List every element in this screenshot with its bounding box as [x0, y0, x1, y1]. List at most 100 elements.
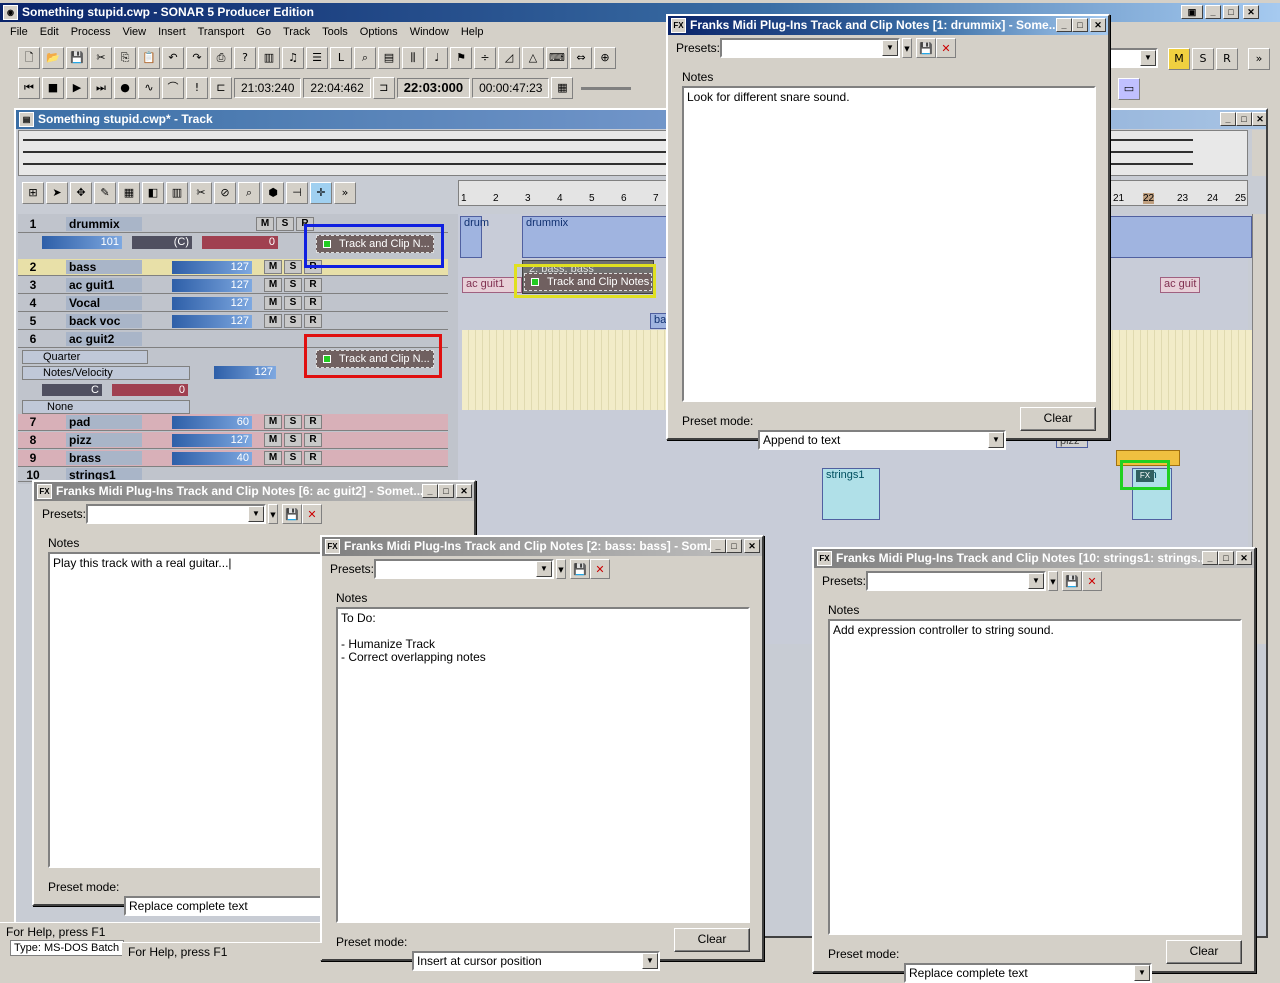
dlg-minimize-button[interactable]: _	[1056, 18, 1072, 32]
minimize-button[interactable]: _	[1205, 5, 1221, 19]
clip-drum[interactable]: drum	[460, 216, 489, 258]
smpte-display[interactable]: 00:00:47:23	[472, 78, 550, 98]
tv-close-button[interactable]: ✕	[1252, 112, 1266, 126]
dlg-maximize-button[interactable]: □	[1218, 551, 1234, 565]
dlg-maximize-button[interactable]: □	[438, 484, 454, 498]
track-name[interactable]: back voc	[66, 314, 142, 328]
grid-snap-icon[interactable]: ▦	[118, 182, 140, 204]
menu-tools[interactable]: Tools	[316, 22, 354, 42]
delete-preset-icon[interactable]: ✕	[590, 559, 610, 579]
zoom-tool-icon[interactable]: ⌕	[238, 182, 260, 204]
mute-toggle[interactable]: M	[1168, 48, 1190, 70]
cut-icon[interactable]: ✂	[90, 47, 112, 69]
snap-icon[interactable]: ⊣	[286, 182, 308, 204]
mode-combo[interactable]: Notes/Velocity	[22, 366, 190, 380]
track-name[interactable]: pad	[66, 415, 142, 429]
envelope-icon[interactable]: ◿	[498, 47, 520, 69]
menu-file[interactable]: File	[4, 22, 34, 42]
mute-tool-icon[interactable]: ⊘	[214, 182, 236, 204]
mute-button[interactable]: M	[264, 433, 282, 447]
mixer-icon[interactable]: ⫼	[402, 47, 424, 69]
solo-button[interactable]: S	[284, 260, 302, 274]
track-name[interactable]: drummix	[66, 217, 142, 231]
copy-icon[interactable]: ⎘	[114, 47, 136, 69]
delete-preset-icon[interactable]: ✕	[302, 504, 322, 524]
mute-button[interactable]: M	[256, 217, 274, 231]
dlg-close-button[interactable]: ✕	[744, 539, 760, 553]
save-icon[interactable]: 💾	[66, 47, 88, 69]
presets-menu-icon[interactable]: ▼	[556, 559, 566, 579]
solo-button[interactable]: S	[284, 451, 302, 465]
chevron-down-icon[interactable]: ▼	[988, 432, 1004, 448]
track-combo[interactable]: ▼	[1108, 48, 1158, 68]
redo-icon[interactable]: ↷	[186, 47, 208, 69]
notes-textarea[interactable]: Look for different snare sound.	[682, 86, 1096, 402]
chevron-down-icon[interactable]: ▼	[882, 40, 898, 56]
solo-button[interactable]: S	[284, 278, 302, 292]
quantize-combo[interactable]: Quarter	[22, 350, 148, 364]
track-name[interactable]: bass	[66, 260, 142, 274]
notes-textarea[interactable]: Add expression controller to string soun…	[828, 619, 1242, 935]
track-row[interactable]: 7 pad 60 MSR	[18, 414, 448, 431]
pan-slider[interactable]: C	[42, 384, 102, 396]
clip-ac-guit1[interactable]: ac guit1	[462, 277, 522, 293]
keyboard-icon[interactable]: ⌨	[546, 47, 568, 69]
delete-preset-icon[interactable]: ✕	[1082, 571, 1102, 591]
presets-menu-icon[interactable]: ▼	[268, 504, 278, 524]
loop-to-display[interactable]: 22:04:462	[303, 78, 371, 98]
go-end-icon[interactable]: ⏭	[90, 77, 112, 99]
volume-slider[interactable]: 127	[172, 314, 252, 328]
arm-button[interactable]: R	[304, 296, 322, 310]
track-name[interactable]: pizz	[66, 433, 142, 447]
solo-toggle[interactable]: S	[1192, 48, 1214, 70]
mute-button[interactable]: M	[264, 415, 282, 429]
velocity-slider[interactable]: 127	[214, 366, 276, 379]
save-preset-icon[interactable]: 💾	[1062, 571, 1082, 591]
piano-roll-icon[interactable]: ▥	[258, 47, 280, 69]
dlg-minimize-button[interactable]: _	[710, 539, 726, 553]
track-name[interactable]: brass	[66, 451, 142, 465]
dlg-close-button[interactable]: ✕	[1236, 551, 1252, 565]
tempo-icon[interactable]: ♩	[426, 47, 448, 69]
track-row[interactable]: 4 Vocal 127 MSR	[18, 295, 448, 312]
send-slider[interactable]: 0	[112, 384, 188, 396]
send-slider[interactable]: 0	[202, 236, 278, 249]
dlg-close-button[interactable]: ✕	[1090, 18, 1106, 32]
chevron-down-icon[interactable]: ▼	[1140, 50, 1156, 66]
clip-ac-guit[interactable]: ac guit	[1160, 277, 1200, 293]
rewind-icon[interactable]: ⏮	[18, 77, 40, 99]
chevron-down-icon[interactable]: ▼	[642, 953, 658, 969]
help-icon[interactable]: ?	[234, 47, 256, 69]
tv-minimize-button[interactable]: _	[1220, 112, 1236, 126]
menu-insert[interactable]: Insert	[152, 22, 192, 42]
paste-icon[interactable]: 📋	[138, 47, 160, 69]
undo-icon[interactable]: ↶	[162, 47, 184, 69]
tv-maximize-button[interactable]: □	[1236, 112, 1252, 126]
maximize-button[interactable]: □	[1223, 5, 1239, 19]
staff-icon[interactable]: ♫	[282, 47, 304, 69]
menu-edit[interactable]: Edit	[34, 22, 65, 42]
track-row[interactable]: 3 ac guit1 127 MSR	[18, 277, 448, 294]
presets-combo[interactable]: ▼	[720, 38, 900, 58]
clear-button[interactable]: Clear	[1020, 407, 1096, 431]
solo-button[interactable]: S	[276, 217, 294, 231]
camera-icon[interactable]: ▣	[1181, 5, 1203, 19]
console-icon[interactable]: ▤	[378, 47, 400, 69]
markers-icon[interactable]: ⚑	[450, 47, 472, 69]
chevron-down-icon[interactable]: ▼	[248, 506, 264, 522]
mute-button[interactable]: M	[264, 451, 282, 465]
preset-mode-combo[interactable]: Insert at cursor position ▼	[412, 951, 660, 971]
delete-preset-icon[interactable]: ✕	[936, 38, 956, 58]
grid-icon[interactable]: ▦	[551, 77, 574, 99]
loop-start-icon[interactable]: ⊏	[210, 77, 232, 99]
target-icon[interactable]: ⊕	[594, 47, 616, 69]
clip-strings1[interactable]: strings1	[822, 468, 880, 520]
event-list-icon[interactable]: ☰	[306, 47, 328, 69]
arm-button[interactable]: R	[304, 314, 322, 328]
layout-icon[interactable]: ▥	[166, 182, 188, 204]
dlg-close-button[interactable]: ✕	[456, 484, 472, 498]
volume-slider[interactable]: 101	[42, 236, 122, 249]
presets-combo[interactable]: ▼	[866, 571, 1046, 591]
track-name[interactable]: Vocal	[66, 296, 142, 310]
expand-icon[interactable]: »	[334, 182, 356, 204]
